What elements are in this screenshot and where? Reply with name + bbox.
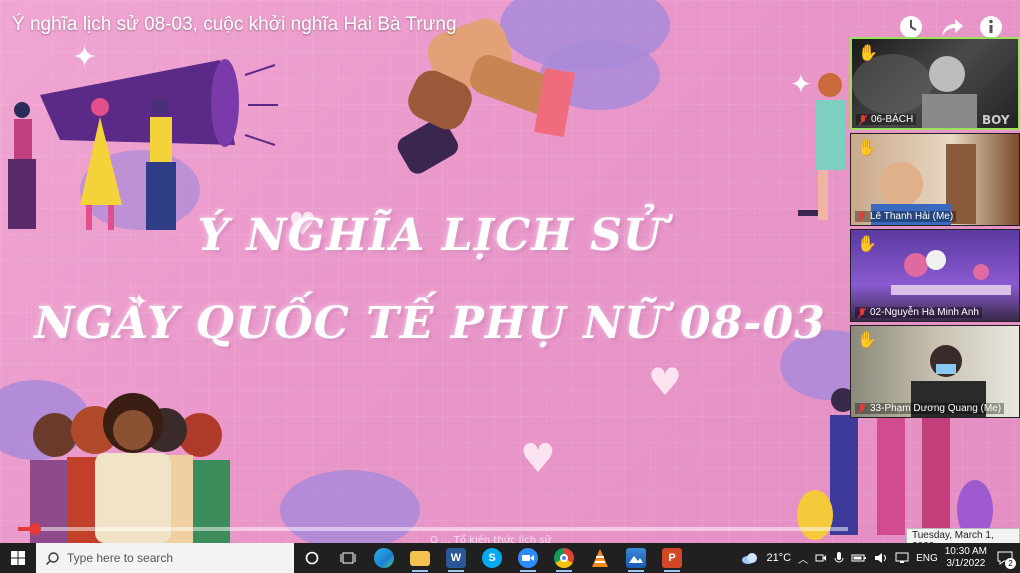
running-indicator	[520, 570, 536, 572]
taskbar-app-chrome[interactable]	[546, 543, 582, 573]
raise-hand-icon: ✋	[857, 138, 877, 157]
video-caption: Q ... Tổ kiến thức lịch sử	[430, 535, 551, 543]
mic-muted-icon	[858, 114, 868, 125]
participant-tile[interactable]: ✋ 02-Nguyễn Hà Minh Anh	[850, 229, 1020, 322]
taskbar-app-powerpoint[interactable]: P	[654, 543, 690, 573]
slide-title-line-1: Ý NGHĨA LỊCH SỬ	[197, 210, 663, 261]
weather-temperature[interactable]: 21°C	[766, 552, 791, 564]
folder-icon	[410, 550, 430, 566]
participant-name-label: 06-BÁCH	[856, 114, 917, 125]
windows-icon	[11, 551, 25, 565]
heart-icon: ♥	[648, 360, 683, 404]
word-icon: W	[446, 548, 466, 568]
battery-icon[interactable]	[851, 553, 867, 563]
microphone-icon[interactable]	[834, 552, 844, 564]
taskbar-app-photos[interactable]	[618, 543, 654, 573]
notification-count: 2	[1005, 558, 1016, 569]
raise-hand-icon: ✋	[857, 330, 877, 349]
heart-icon: ♥	[520, 436, 556, 482]
sparkle-icon: ✦	[790, 70, 812, 100]
show-hidden-icons[interactable]: ︿	[798, 551, 808, 566]
volume-icon[interactable]	[874, 552, 888, 564]
powerpoint-icon: P	[662, 548, 682, 568]
task-view-icon	[340, 552, 356, 564]
mic-muted-icon	[857, 211, 867, 222]
participant-name-label: 02-Nguyễn Hà Minh Anh	[855, 307, 982, 318]
running-indicator	[448, 570, 464, 572]
vlc-icon	[592, 549, 608, 567]
running-indicator	[628, 570, 644, 572]
progress-knob[interactable]	[28, 523, 41, 535]
raise-hand-icon: ✋	[858, 43, 878, 62]
taskbar-app-skype[interactable]: S	[474, 543, 510, 573]
chrome-icon	[554, 548, 574, 568]
participant-name: 33-Phạm Dương Quang (Me)	[870, 403, 1002, 414]
taskbar: Type here to search W S P 21°C ︿ ENG 10:…	[0, 543, 1020, 573]
edge-icon	[374, 548, 394, 568]
meet-now-icon[interactable]	[815, 552, 827, 564]
cortana-button[interactable]	[294, 543, 330, 573]
slide-title-line-2: NGÀY QUỐC TẾ PHỤ NỮ 08-03	[34, 298, 826, 349]
raise-hand-icon: ✋	[857, 234, 877, 253]
taskbar-app-word[interactable]: W	[438, 543, 474, 573]
running-indicator	[664, 570, 680, 572]
participant-name: Lê Thanh Hải (Me)	[870, 211, 954, 222]
task-view-button[interactable]	[330, 543, 366, 573]
participant-name-label: 33-Phạm Dương Quang (Me)	[855, 403, 1005, 414]
svg-text:BOY: BOY	[982, 113, 1010, 127]
zoom-icon	[518, 548, 538, 568]
search-placeholder: Type here to search	[67, 551, 174, 565]
sparkle-icon: ✦	[72, 40, 98, 75]
notification-button[interactable]: 2	[994, 547, 1016, 569]
search-icon	[46, 551, 59, 565]
women-group-illustration	[30, 393, 230, 543]
language-indicator[interactable]: ENG	[916, 553, 938, 564]
video-progress-bar[interactable]	[18, 523, 848, 535]
taskbar-app-vlc[interactable]	[582, 543, 618, 573]
video-title: Ý nghĩa lịch sử 08-03, cuộc khởi nghĩa H…	[12, 14, 457, 35]
taskbar-app-zoom[interactable]	[510, 543, 546, 573]
running-indicator	[412, 570, 428, 572]
participant-name: 06-BÁCH	[871, 114, 914, 125]
mic-muted-icon	[857, 307, 867, 318]
participant-tile[interactable]: ✋ 33-Phạm Dương Quang (Me)	[850, 325, 1020, 418]
taskbar-app-file-explorer[interactable]	[402, 543, 438, 573]
taskbar-app-edge[interactable]	[366, 543, 402, 573]
start-button[interactable]	[0, 543, 36, 573]
participant-name-label: Lê Thanh Hải (Me)	[855, 211, 957, 222]
taskbar-clock[interactable]: 10:30 AM 3/1/2022	[945, 546, 987, 570]
participant-tile[interactable]: BOY ✋ 06-BÁCH	[850, 37, 1020, 130]
cloud-weather-icon[interactable]	[741, 552, 759, 564]
skype-icon: S	[482, 548, 502, 568]
running-indicator	[556, 570, 572, 572]
taskbar-search-box[interactable]: Type here to search	[36, 543, 294, 573]
cortana-icon	[305, 551, 319, 565]
clock-date: 3/1/2022	[946, 558, 986, 569]
participant-name: 02-Nguyễn Hà Minh Anh	[870, 307, 979, 318]
photos-icon	[626, 548, 646, 568]
hands-illustration	[397, 18, 575, 174]
clock-time: 10:30 AM	[944, 546, 987, 557]
network-icon[interactable]	[895, 552, 909, 564]
participant-tile[interactable]: ✋ Lê Thanh Hải (Me)	[850, 133, 1020, 226]
mic-muted-icon	[857, 403, 867, 414]
decorative-cloud	[280, 470, 420, 543]
system-tray: 21°C ︿ ENG 10:30 AM 3/1/2022 2	[741, 543, 1020, 573]
